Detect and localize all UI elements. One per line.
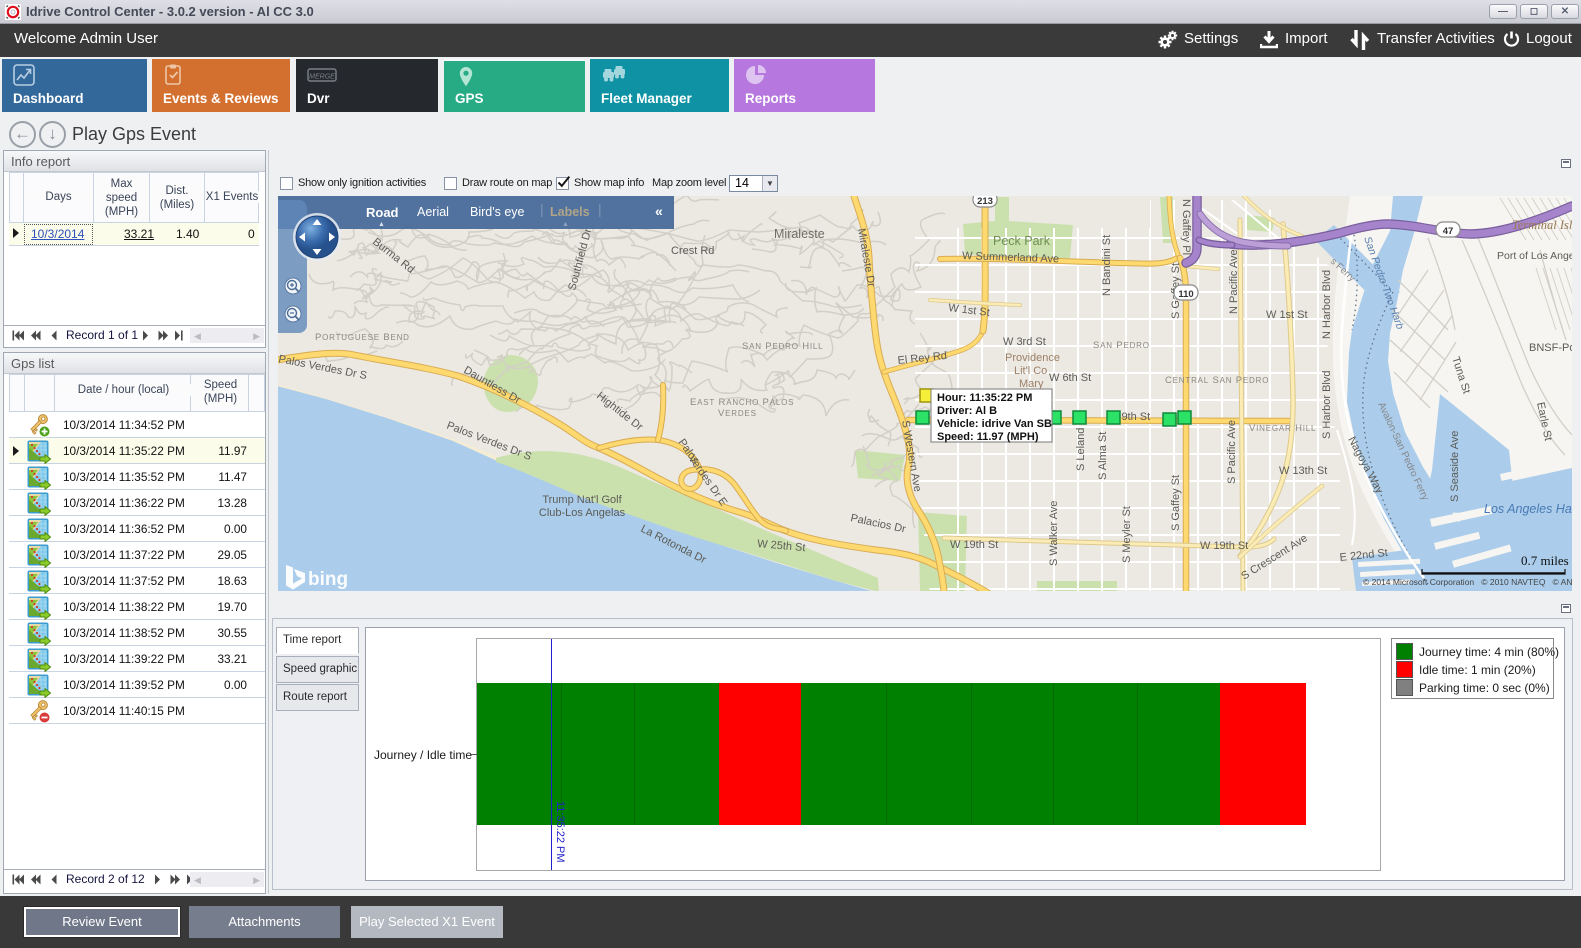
svg-text:110: 110 [1178, 289, 1193, 300]
svg-text:213: 213 [977, 196, 993, 207]
svg-text:W 1st St: W 1st St [1266, 309, 1308, 321]
svg-text:© 2014 Microsoft Corporation: © 2014 Microsoft Corporation © 2010 NAVT… [1363, 577, 1572, 587]
svg-text:SAN PEDRO: SAN PEDRO [1093, 340, 1150, 351]
svg-text:W 13th St: W 13th St [1279, 465, 1327, 477]
svg-text:Terminal Isl: Terminal Isl [1512, 218, 1572, 232]
svg-text:W 19th St: W 19th St [950, 539, 998, 551]
svg-text:PORTUGUESE BEND: PORTUGUESE BEND [315, 332, 410, 343]
svg-text:N Bandini St: N Bandini St [1101, 235, 1113, 296]
svg-text:S Alma St: S Alma St [1097, 432, 1109, 480]
svg-text:N Harbor Blvd: N Harbor Blvd [1321, 270, 1333, 339]
svg-text:S Gaffey St: S Gaffey St [1170, 475, 1182, 531]
svg-text:47: 47 [1443, 226, 1454, 237]
svg-text:Los Angeles Harb: Los Angeles Harb [1484, 502, 1572, 516]
svg-text:N Gaffey Pl: N Gaffey Pl [1180, 199, 1192, 255]
svg-text:VINEGAR HILL: VINEGAR HILL [1249, 423, 1316, 434]
svg-text:Mary: Mary [1019, 378, 1044, 390]
svg-text:S Walker Ave: S Walker Ave [1048, 501, 1060, 566]
svg-text:Club-Los Angelas: Club-Los Angelas [539, 507, 626, 519]
svg-text:Peck Park: Peck Park [993, 234, 1051, 248]
svg-text:Miraleste: Miraleste [774, 227, 825, 241]
svg-text:N Pacific Ave: N Pacific Ave [1228, 249, 1240, 314]
svg-text:Crest Rd: Crest Rd [671, 245, 714, 257]
svg-text:VERDES: VERDES [718, 408, 757, 419]
svg-text:S Seaside Ave: S Seaside Ave [1449, 431, 1461, 502]
svg-text:Hour: 11:35:22 PM: Hour: 11:35:22 PM [937, 392, 1032, 404]
svg-text:SAN PEDRO HILL: SAN PEDRO HILL [742, 341, 823, 352]
svg-text:S Harbor Blvd: S Harbor Blvd [1321, 371, 1333, 439]
svg-text:W 19th St: W 19th St [1200, 540, 1248, 552]
svg-text:MERGE: MERGE [309, 74, 335, 81]
svg-text:S Meyler St: S Meyler St [1121, 506, 1133, 563]
svg-text:Driver: Al B: Driver: Al B [937, 405, 997, 417]
svg-text:bing: bing [308, 569, 348, 590]
svg-text:Providence: Providence [1005, 352, 1060, 364]
svg-text:BNSF-Port: BNSF-Port [1529, 342, 1572, 354]
svg-text:0.7 miles: 0.7 miles [1521, 553, 1569, 568]
svg-text:CENTRAL SAN PEDRO: CENTRAL SAN PEDRO [1165, 375, 1269, 386]
svg-text:S Pacific Ave: S Pacific Ave [1226, 420, 1238, 484]
svg-text:Vehicle: idrive Van SB: Vehicle: idrive Van SB [937, 418, 1052, 430]
svg-text:Port of Los Angel: Port of Los Angel [1497, 250, 1572, 262]
svg-text:Trump Nat'l Golf: Trump Nat'l Golf [542, 494, 622, 506]
svg-text:W 3rd St: W 3rd St [1003, 336, 1046, 348]
svg-text:Speed: 11.97 (MPH): Speed: 11.97 (MPH) [937, 431, 1039, 443]
svg-text:EAST RANCHO PALOS: EAST RANCHO PALOS [690, 397, 794, 408]
svg-text:W 6th St: W 6th St [1049, 372, 1091, 384]
svg-text:Lit'l Co: Lit'l Co [1014, 365, 1047, 377]
